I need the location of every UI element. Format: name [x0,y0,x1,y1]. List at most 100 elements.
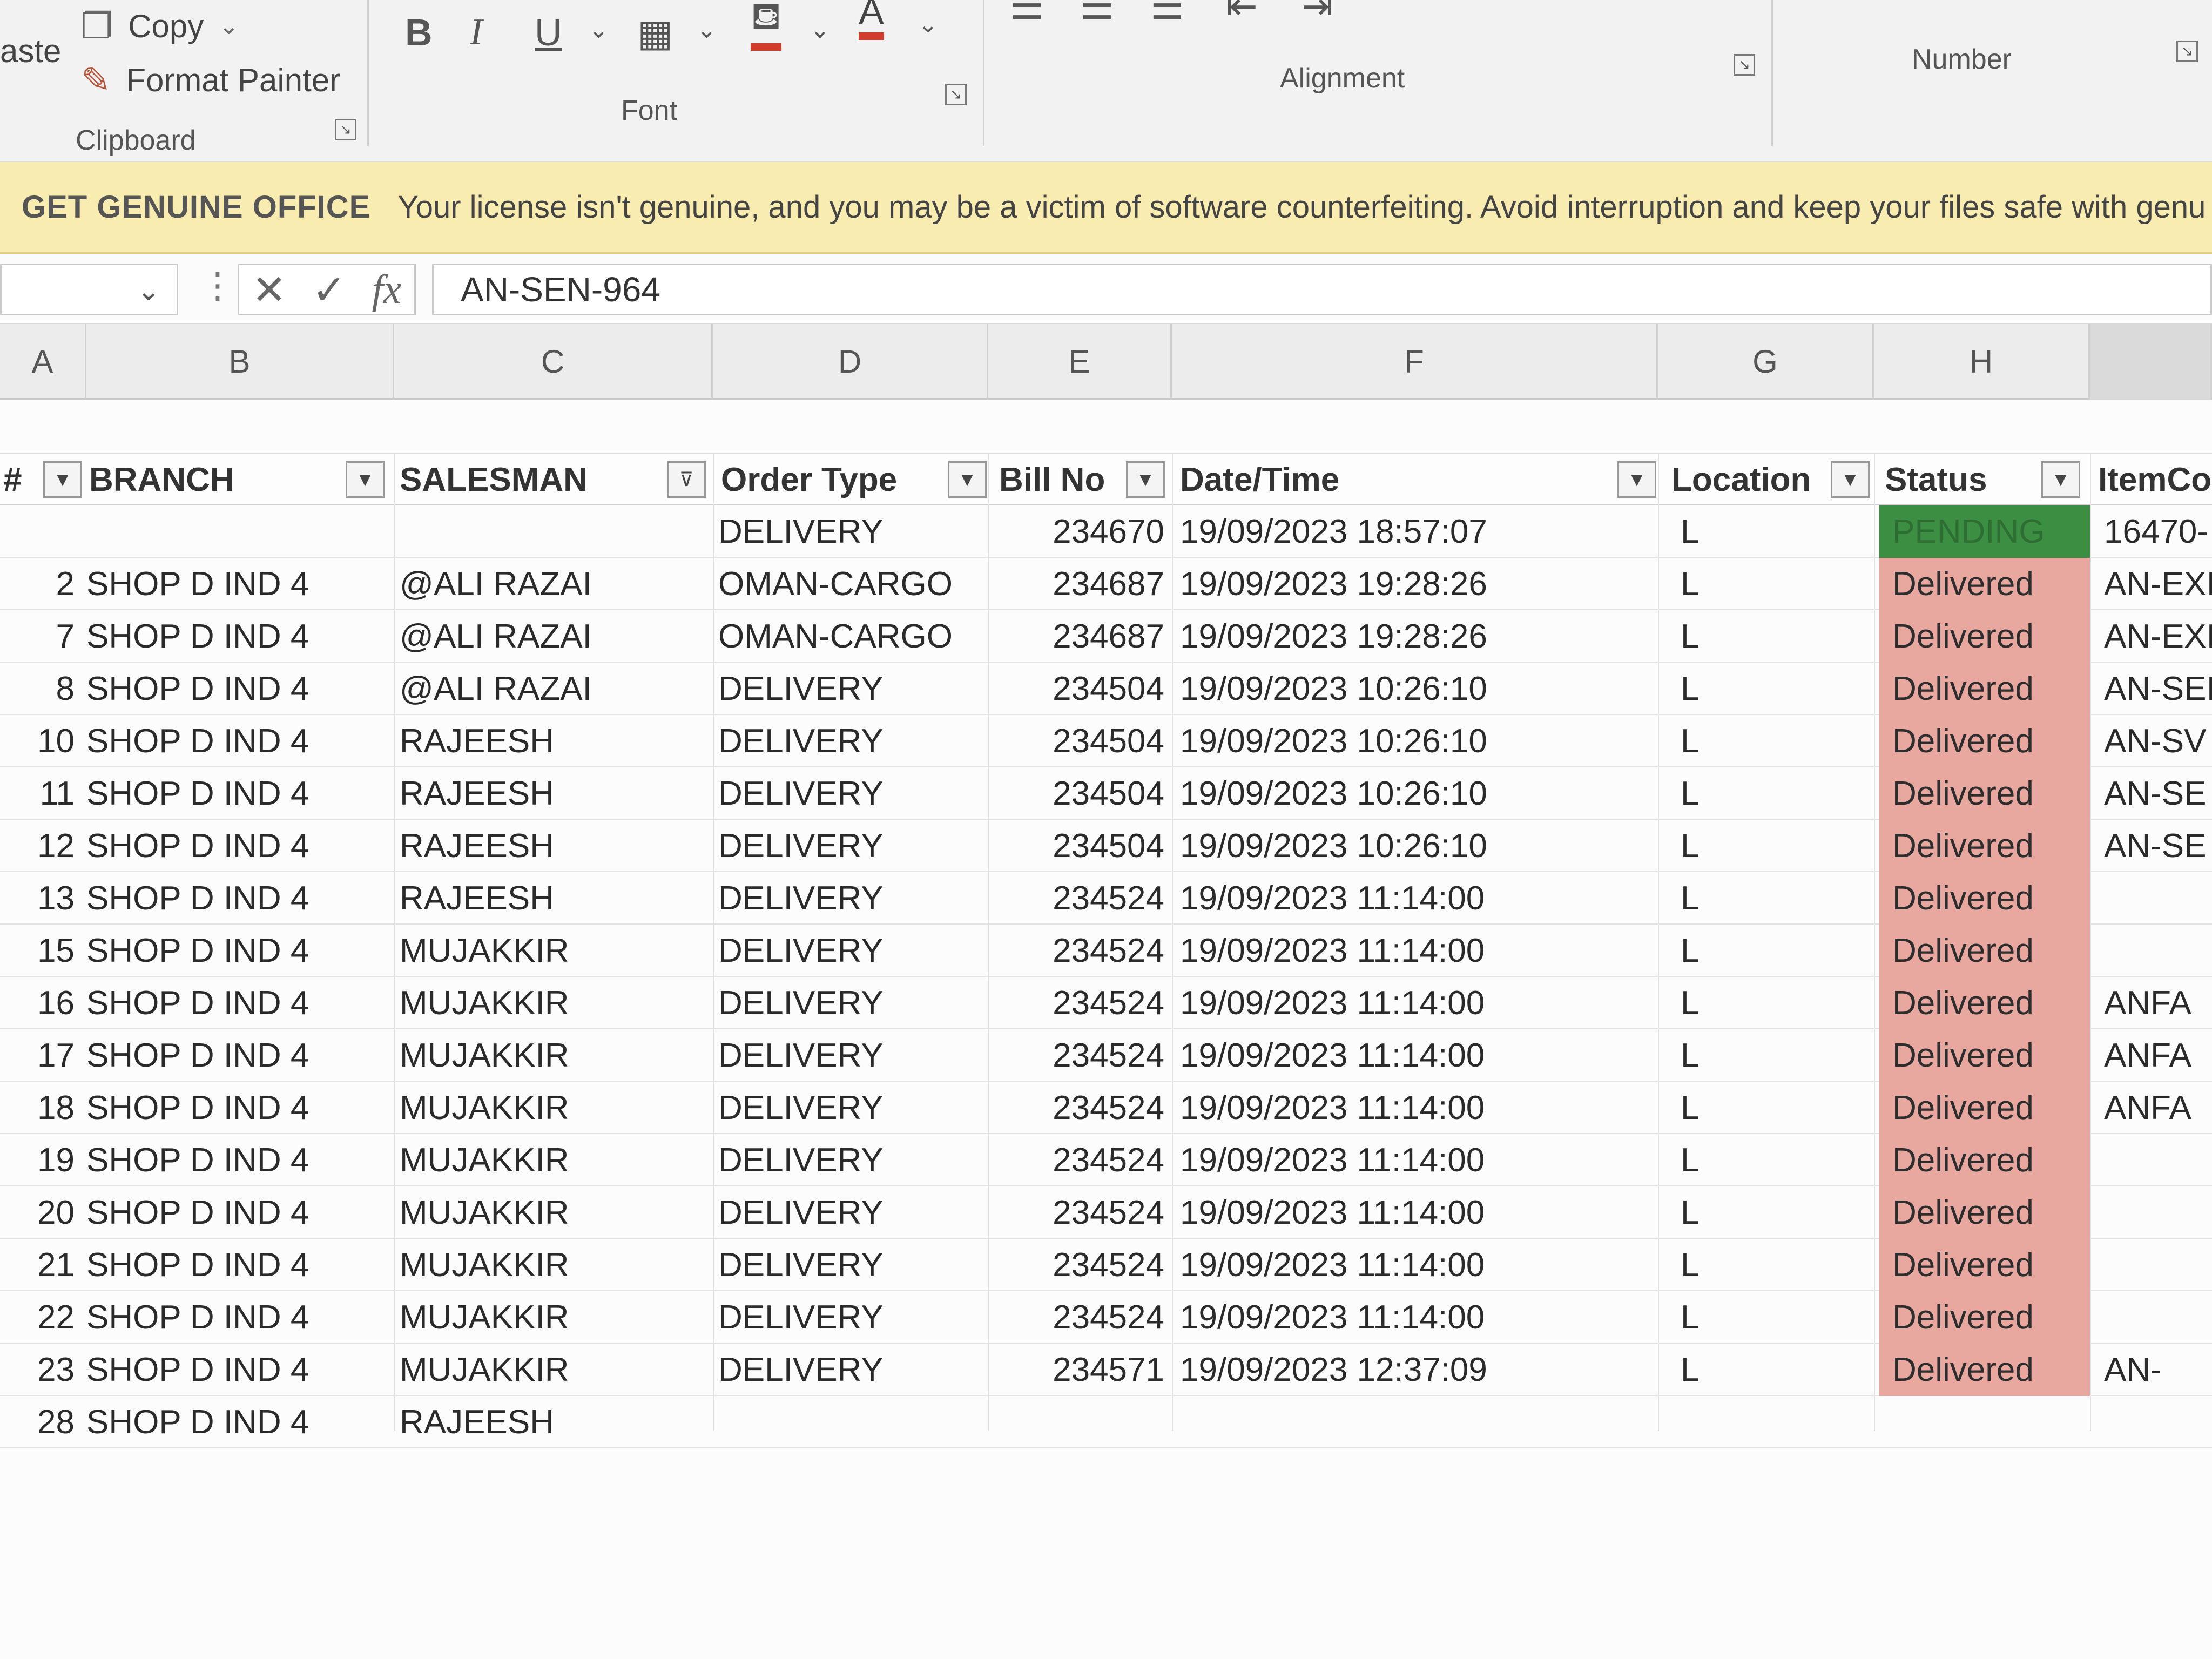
filter-dropdown-icon[interactable]: ▼ [1126,461,1165,498]
datetime-cell[interactable]: 19/09/2023 11:14:00 [1180,1082,1655,1134]
order-type-cell[interactable]: DELIVERY [718,663,988,715]
salesman-cell[interactable]: RAJEESH [400,767,702,820]
status-cell[interactable]: Delivered [1879,872,2090,925]
datetime-cell[interactable]: 19/09/2023 11:14:00 [1180,977,1655,1029]
table-row[interactable]: 2 SHOP D IND 4 @ALI RAZAI OMAN-CARGO 234687 1… [0,558,2212,610]
status-cell[interactable]: Delivered [1879,925,2090,977]
bill-no-cell[interactable]: 234524 [994,1082,1172,1134]
location-cell[interactable]: L [1669,767,1874,820]
item-code-cell[interactable]: AN-SE [2095,820,2212,872]
filter-dropdown-icon[interactable]: ▼ [2041,461,2080,498]
filter-dropdown-icon[interactable]: ▼ [948,461,987,498]
get-genuine-office-link[interactable]: GET GENUINE OFFICE [22,189,370,225]
bill-no-cell[interactable]: 234504 [994,767,1172,820]
branch-cell[interactable]: SHOP D IND 4 [86,663,389,715]
salesman-cell[interactable] [400,505,702,558]
filter-dropdown-icon[interactable]: ▼ [346,461,385,498]
location-cell[interactable]: L [1669,1291,1874,1344]
item-code-cell[interactable]: AN-EXI [2095,610,2212,663]
branch-cell[interactable]: SHOP D IND 4 [86,1029,389,1082]
table-row[interactable]: 28 SHOP D IND 4 RAJEESH [0,1396,2212,1448]
formula-input[interactable]: AN-SEN-964 [432,264,2212,315]
column-header-f[interactable]: F [1172,324,1658,400]
item-code-cell[interactable] [2095,1186,2212,1239]
fill-color-icon[interactable]: ⛾ [751,0,782,51]
row-number[interactable]: 16 [0,977,81,1029]
align-left-icon[interactable]: ☰ [1010,0,1044,28]
bill-no-cell[interactable]: 234524 [994,1239,1172,1291]
status-cell[interactable]: Delivered [1879,977,2090,1029]
branch-cell[interactable]: SHOP D IND 4 [86,977,389,1029]
chevron-down-icon[interactable]: ⌄ [918,11,938,38]
bill-no-cell[interactable]: 234524 [994,1186,1172,1239]
filter-active-icon[interactable]: ⊽ [667,461,706,498]
status-cell[interactable]: Delivered [1879,610,2090,663]
order-type-cell[interactable]: DELIVERY [718,1082,988,1134]
location-cell[interactable]: L [1669,820,1874,872]
branch-cell[interactable]: SHOP D IND 4 [86,1396,389,1448]
salesman-cell[interactable]: RAJEESH [400,715,702,767]
table-row[interactable]: 10 SHOP D IND 4 RAJEESH DELIVERY 234504 19/09… [0,715,2212,767]
table-row[interactable]: 8 SHOP D IND 4 @ALI RAZAI DELIVERY 234504 19/… [0,663,2212,715]
bill-no-cell[interactable]: 234524 [994,872,1172,925]
datetime-cell[interactable]: 19/09/2023 10:26:10 [1180,715,1655,767]
row-number[interactable] [0,505,81,558]
row-number[interactable]: 7 [0,610,81,663]
salesman-cell[interactable]: MUJAKKIR [400,1186,702,1239]
item-code-cell[interactable]: AN-SV [2095,715,2212,767]
number-launcher-icon[interactable]: ↘ [2176,41,2198,62]
table-row[interactable]: 12 SHOP D IND 4 RAJEESH DELIVERY 234504 19/09… [0,820,2212,872]
datetime-cell[interactable]: 19/09/2023 11:14:00 [1180,872,1655,925]
branch-cell[interactable]: SHOP D IND 4 [86,767,389,820]
column-header-b[interactable]: B [86,324,394,400]
branch-cell[interactable] [86,505,389,558]
location-cell[interactable]: L [1669,663,1874,715]
bill-no-cell[interactable]: 234524 [994,1291,1172,1344]
row-number[interactable]: 18 [0,1082,81,1134]
item-code-cell[interactable]: ANFA [2095,1082,2212,1134]
order-type-cell[interactable]: DELIVERY [718,1134,988,1186]
item-code-cell[interactable] [2095,1134,2212,1186]
datetime-cell[interactable]: 19/09/2023 18:57:07 [1180,505,1655,558]
status-cell[interactable]: Delivered [1879,1291,2090,1344]
order-type-cell[interactable]: DELIVERY [718,715,988,767]
item-code-cell[interactable] [2095,1239,2212,1291]
order-type-cell[interactable]: DELIVERY [718,1344,988,1396]
underline-button[interactable]: U [535,11,562,54]
decrease-indent-icon[interactable]: ⇤ [1226,0,1258,28]
bill-no-cell[interactable]: 234571 [994,1344,1172,1396]
bill-no-cell[interactable]: 234504 [994,820,1172,872]
status-cell[interactable]: Delivered [1879,1082,2090,1134]
branch-cell[interactable]: SHOP D IND 4 [86,925,389,977]
status-cell[interactable]: Delivered [1879,820,2090,872]
row-number[interactable]: 12 [0,820,81,872]
bill-no-cell[interactable]: 234504 [994,663,1172,715]
item-code-cell[interactable]: AN-SEI [2095,663,2212,715]
status-cell[interactable]: Delivered [1879,767,2090,820]
row-number[interactable]: 22 [0,1291,81,1344]
copy-button[interactable]: ❐ Copy ⌄ [81,5,239,47]
datetime-cell[interactable]: 19/09/2023 11:14:00 [1180,1029,1655,1082]
filter-dropdown-icon[interactable]: ▼ [1617,461,1656,498]
row-number[interactable]: 13 [0,872,81,925]
salesman-cell[interactable]: MUJAKKIR [400,977,702,1029]
bill-no-cell[interactable]: 234524 [994,1134,1172,1186]
item-code-cell[interactable]: ANFA [2095,977,2212,1029]
order-type-cell[interactable]: DELIVERY [718,977,988,1029]
status-cell[interactable]: Delivered [1879,1239,2090,1291]
branch-cell[interactable]: SHOP D IND 4 [86,820,389,872]
salesman-cell[interactable]: MUJAKKIR [400,925,702,977]
branch-cell[interactable]: SHOP D IND 4 [86,1186,389,1239]
salesman-cell[interactable]: @ALI RAZAI [400,663,702,715]
branch-cell[interactable]: SHOP D IND 4 [86,872,389,925]
status-cell[interactable]: Delivered [1879,1186,2090,1239]
location-cell[interactable]: L [1669,872,1874,925]
order-type-cell[interactable]: DELIVERY [718,1029,988,1082]
table-row[interactable]: 15 SHOP D IND 4 MUJAKKIR DELIVERY 234524 19/0… [0,925,2212,977]
order-type-cell[interactable]: DELIVERY [718,767,988,820]
status-cell[interactable] [1879,1396,2090,1448]
datetime-cell[interactable]: 19/09/2023 11:14:00 [1180,1291,1655,1344]
row-number[interactable]: 11 [0,767,81,820]
insert-function-icon[interactable]: fx [372,266,402,313]
datetime-cell[interactable]: 19/09/2023 10:26:10 [1180,820,1655,872]
